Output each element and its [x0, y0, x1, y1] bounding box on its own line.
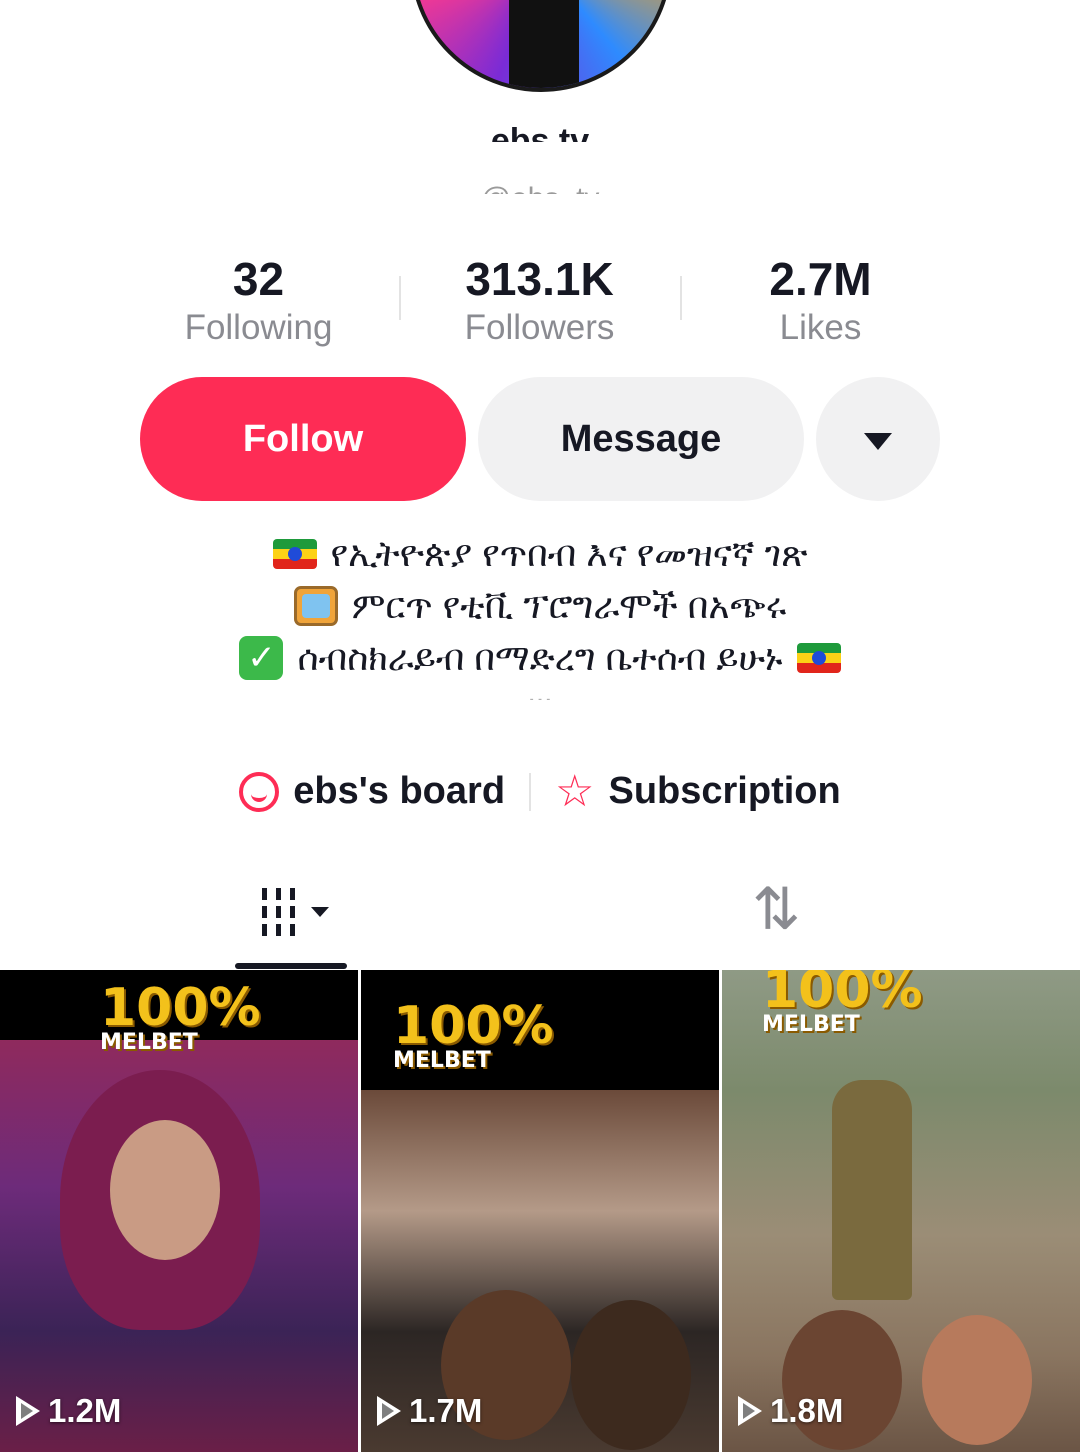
stat-value: 313.1K [465, 253, 614, 305]
follow-button[interactable]: Follow [140, 377, 466, 501]
bio-line-text: ምርጥ የቲቪ ፕሮግራሞች በአጭሩ [351, 585, 787, 626]
bio-line: ምርጥ የቲቪ ፕሮግራሞች በአጭሩ [60, 580, 1020, 632]
badge-logo: 100% MELBET [100, 978, 261, 1055]
tab-videos[interactable] [262, 888, 329, 936]
play-icon [738, 1396, 762, 1426]
stat-value: 2.7M [769, 253, 872, 305]
view-count: 1.7M [377, 1392, 482, 1430]
board-link[interactable]: ebs's board [239, 770, 505, 813]
caret-down-icon [311, 907, 329, 917]
stat-label: Following [184, 308, 333, 347]
profile-stats: 32 Following 313.1K Followers 2.7M Likes [118, 250, 962, 360]
profile-bio: የኢትዮጵያ የጥበብ እና የመዝናኛ ገጽ ምርጥ የቲቪ ፕሮግራሞች በ… [60, 528, 1020, 700]
ethiopia-flag-icon [796, 643, 841, 673]
content-tabs: ⇅ [0, 870, 1080, 970]
view-count-text: 1.7M [409, 1392, 483, 1429]
view-count-text: 1.8M [770, 1392, 844, 1429]
ethiopia-flag-icon [272, 539, 317, 569]
profile-avatar[interactable] [410, 0, 672, 92]
video-thumbnail[interactable]: 100% MELBET 1.2M [0, 970, 358, 1452]
thumbnail-face [110, 1120, 220, 1260]
view-count: 1.8M [738, 1392, 843, 1430]
profile-handle: @ebs_tv [380, 170, 700, 194]
bio-line-text: ሰብስክራይብ በማድረግ ቤተሰብ ይሁኑ [297, 637, 783, 678]
board-icon [239, 771, 280, 812]
video-grid: 100% MELBET 1.2M 100% MELBET 1.7M 100% MELB… [0, 970, 1080, 1452]
stat-label: Followers [464, 308, 615, 347]
thumbnail-figure [832, 1080, 912, 1300]
television-icon [293, 586, 338, 626]
video-thumbnail[interactable]: 100% MELBET 1.7M [361, 970, 719, 1452]
divider [529, 772, 532, 811]
play-icon [16, 1396, 40, 1426]
message-button[interactable]: Message [478, 377, 804, 501]
star-icon: ☆ [555, 766, 595, 816]
more-options-button[interactable] [816, 377, 940, 501]
stat-value: 32 [232, 253, 285, 305]
badge-logo: 100% MELBET [762, 970, 923, 1037]
bio-line: የኢትዮጵያ የጥበብ እና የመዝናኛ ገጽ [60, 528, 1020, 580]
subscription-link-label: Subscription [608, 770, 841, 812]
video-thumbnail[interactable]: 100% MELBET 1.8M [722, 970, 1080, 1452]
repost-icon[interactable]: ⇅ [752, 880, 801, 940]
stat-followers[interactable]: 313.1K Followers [399, 250, 680, 360]
bio-more-truncated[interactable]: ... [60, 686, 1020, 700]
subscription-link[interactable]: ☆ Subscription [555, 766, 841, 816]
thumbnail-face [571, 1300, 691, 1450]
active-tab-indicator [235, 963, 347, 969]
profile-links: ebs's board ☆ Subscription [0, 766, 1080, 816]
stat-following[interactable]: 32 Following [118, 250, 399, 360]
thumbnail-face [922, 1315, 1032, 1445]
board-link-label: ebs's board [293, 770, 506, 812]
play-icon [377, 1396, 401, 1426]
bio-line: ✓ ሰብስክራይብ በማድረግ ቤተሰብ ይሁኑ [60, 632, 1020, 684]
view-count-text: 1.2M [48, 1392, 122, 1429]
chevron-down-icon [864, 432, 892, 450]
grid-icon [262, 888, 295, 936]
stat-label: Likes [779, 308, 862, 347]
profile-display-name: ebs tv [490, 122, 590, 142]
bio-line-text: የኢትዮጵያ የጥበብ እና የመዝናኛ ገጽ [330, 533, 808, 574]
stat-likes[interactable]: 2.7M Likes [680, 250, 961, 360]
check-mark-icon: ✓ [239, 636, 284, 680]
view-count: 1.2M [16, 1392, 121, 1430]
badge-logo: 100% MELBET [393, 996, 554, 1073]
